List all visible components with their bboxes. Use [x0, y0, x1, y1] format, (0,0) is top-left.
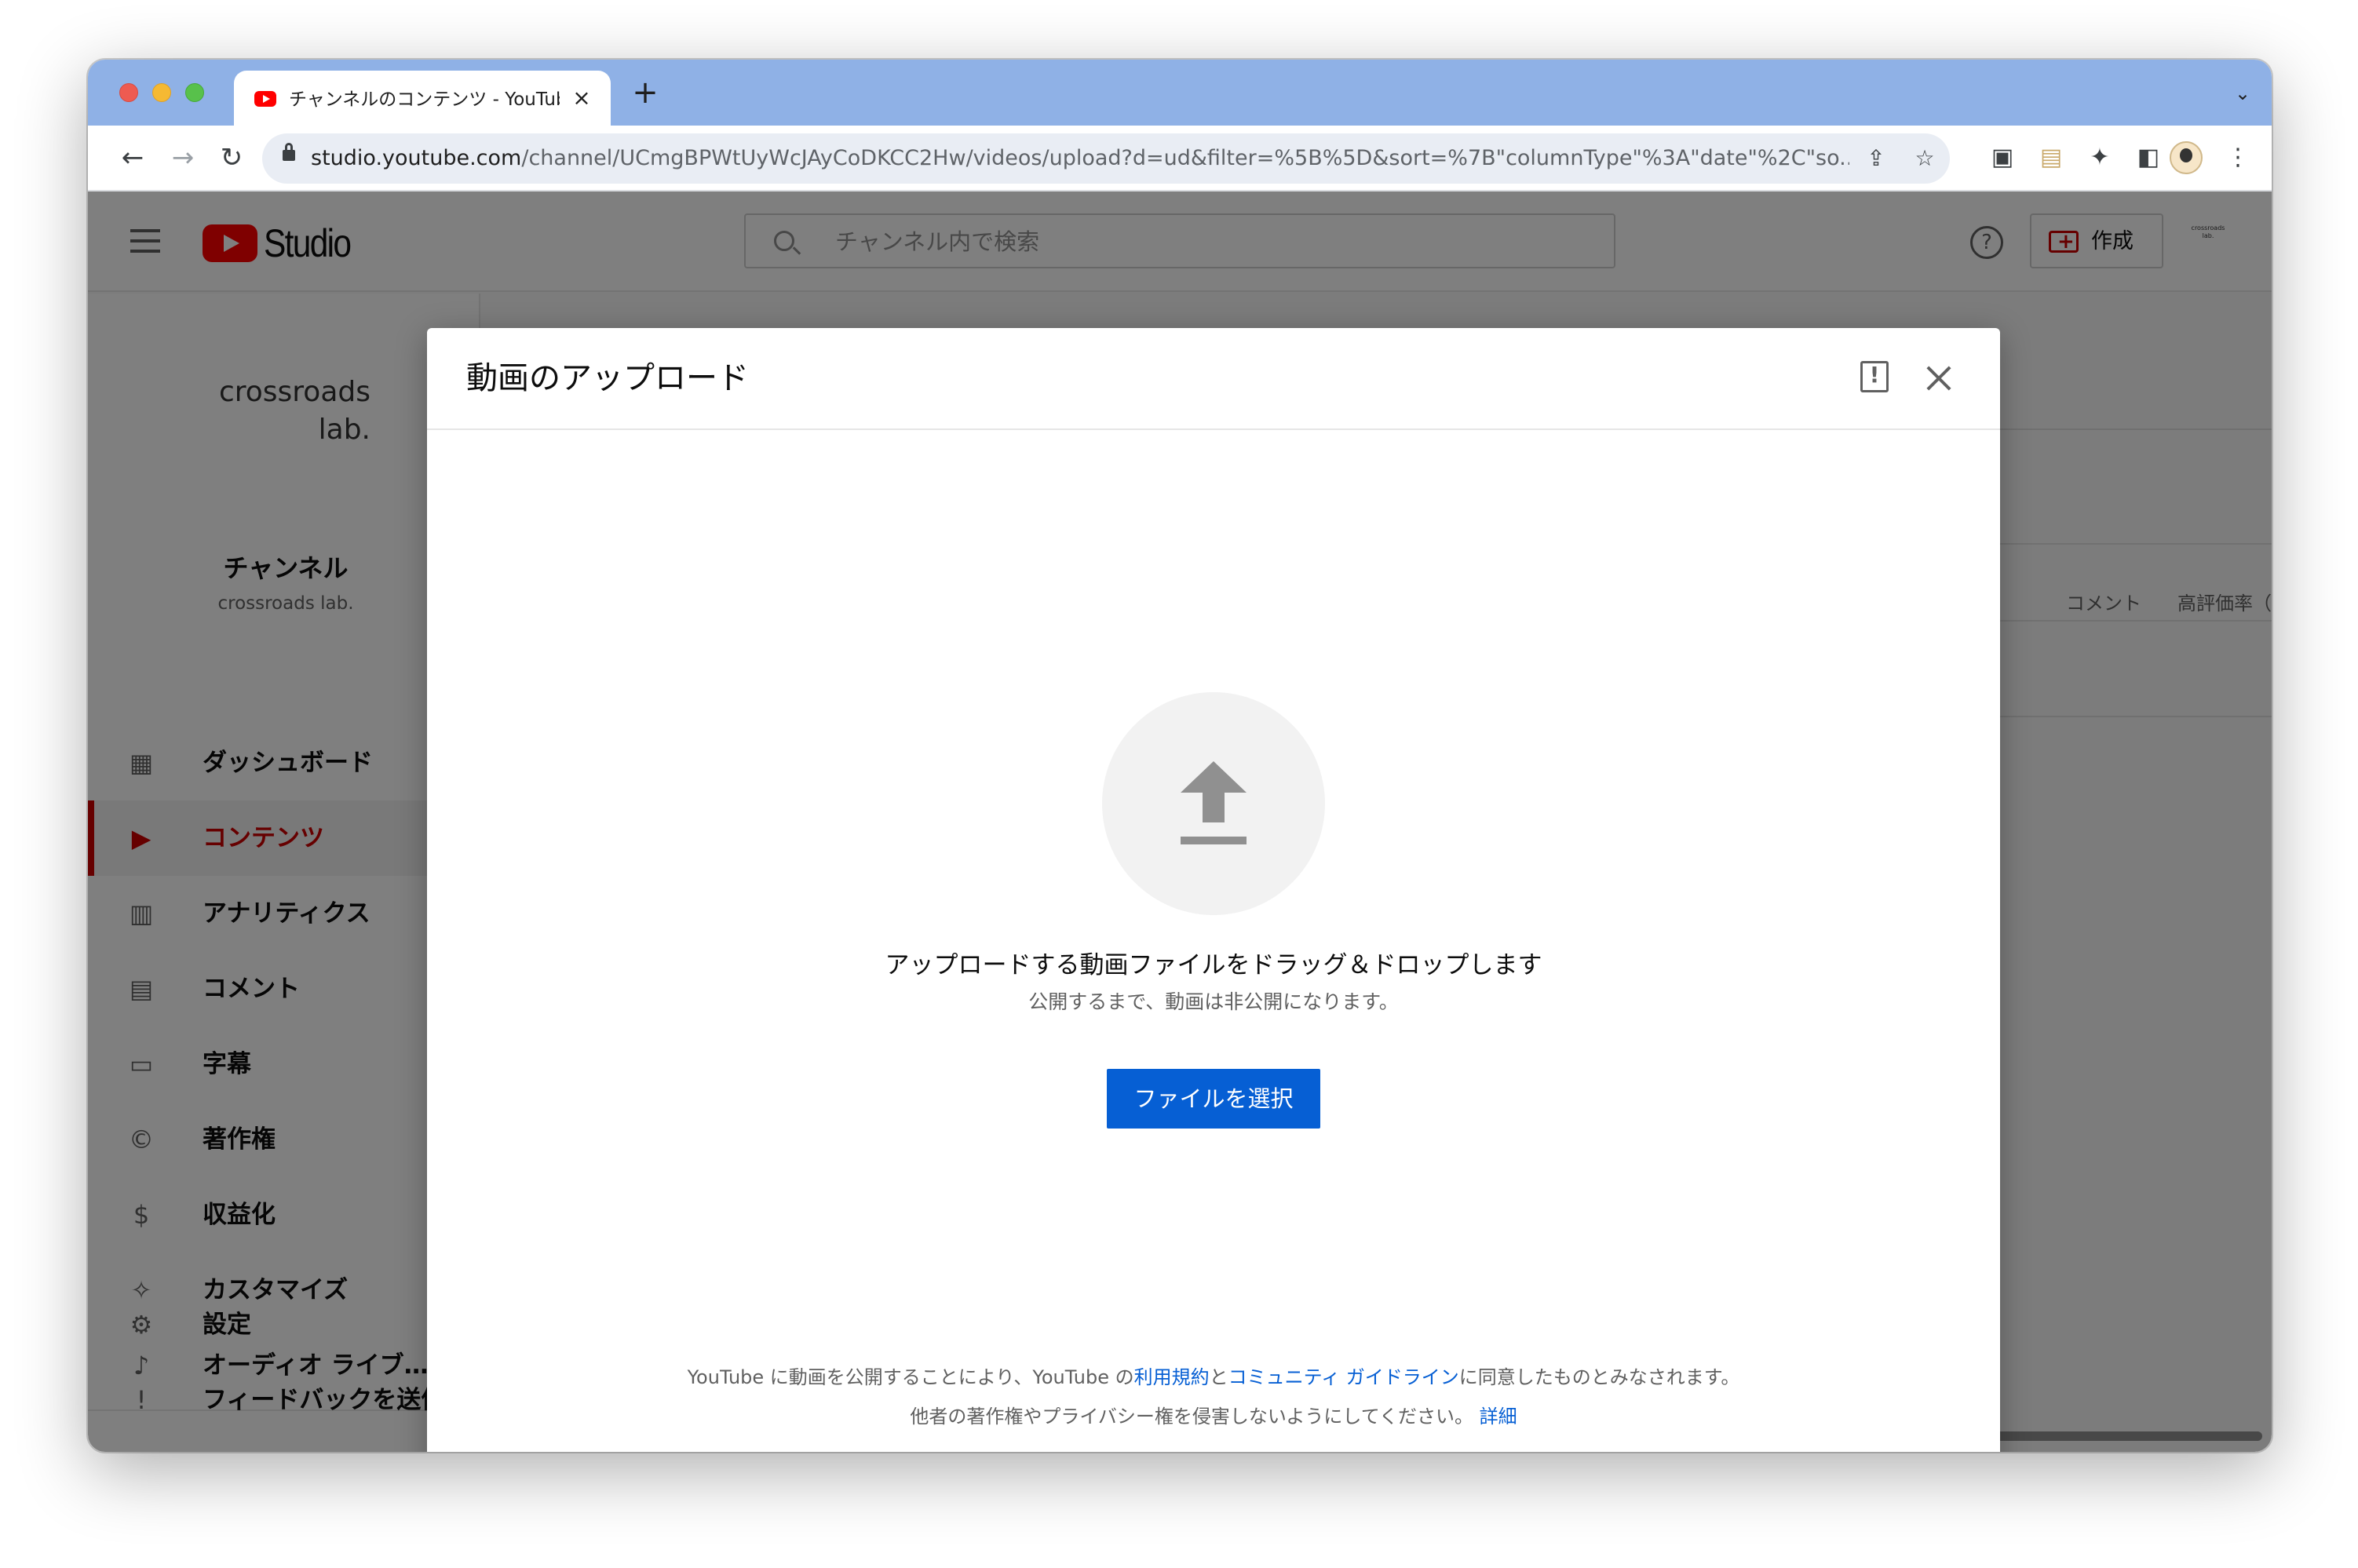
upload-drop-zone[interactable]: [1102, 692, 1325, 915]
dialog-title: 動画のアップロード: [466, 360, 749, 396]
address-bar[interactable]: studio.youtube.com/channel/UCmgBPWtUyWcJ…: [262, 133, 1950, 184]
close-window-button[interactable]: [119, 83, 138, 102]
new-tab-button[interactable]: +: [630, 77, 661, 108]
studio-page: Studio チャンネル内で検索 ? 作成 crossroads lab. cr…: [88, 191, 2272, 1452]
side-panel-icon[interactable]: ◧: [2130, 140, 2166, 176]
send-feedback-icon[interactable]: !: [1860, 361, 1889, 392]
details-link[interactable]: 詳細: [1480, 1406, 1517, 1428]
kebab-menu-icon[interactable]: ⋮: [2220, 140, 2256, 176]
url-text[interactable]: studio.youtube.com/channel/UCmgBPWtUyWcJ…: [311, 144, 1849, 173]
reload-icon[interactable]: ↻: [214, 140, 250, 176]
upload-arrow-icon: [1181, 761, 1247, 793]
tab-search-chevron-icon[interactable]: ⌄: [2231, 82, 2254, 105]
profile-avatar[interactable]: [2170, 141, 2203, 174]
tab-strip: チャンネルのコンテンツ - YouTube Studio × + ⌄: [88, 60, 2272, 126]
terms-of-service-link[interactable]: 利用規約: [1134, 1366, 1210, 1388]
tab-title: チャンネルのコンテンツ - YouTube Studio: [289, 89, 560, 110]
browser-tab[interactable]: チャンネルのコンテンツ - YouTube Studio ×: [234, 71, 611, 126]
community-guidelines-link[interactable]: コミュニティ ガイドライン: [1228, 1366, 1459, 1388]
drop-instruction: アップロードする動画ファイルをドラッグ＆ドロップします: [885, 951, 1542, 979]
share-icon[interactable]: ⇪: [1862, 144, 1890, 173]
browser-window: チャンネルのコンテンツ - YouTube Studio × + ⌄ ← → ↻…: [88, 60, 2272, 1452]
youtube-favicon-icon: [254, 91, 276, 107]
tab-close-icon[interactable]: ×: [570, 86, 593, 110]
upload-arrow-shaft: [1203, 791, 1225, 822]
clipboard-extension-icon[interactable]: ▤: [2033, 140, 2069, 176]
forward-arrow-icon[interactable]: →: [165, 140, 201, 176]
legal-notice: YouTube に動画を公開することにより、YouTube の利用規約とコミュニ…: [687, 1366, 1740, 1388]
maximize-window-button[interactable]: [185, 83, 204, 102]
bookmark-star-icon[interactable]: ☆: [1911, 144, 1939, 173]
lock-icon: [283, 143, 295, 161]
chat-extension-icon[interactable]: ▣: [1984, 140, 2020, 176]
browser-toolbar: ← → ↻ studio.youtube.com/channel/UCmgBPW…: [88, 126, 2272, 191]
select-files-button[interactable]: ファイルを選択: [1107, 1069, 1320, 1129]
extensions-puzzle-icon[interactable]: ✦: [2082, 140, 2118, 176]
dialog-header: 動画のアップロード !: [427, 328, 2000, 430]
upload-dialog: 動画のアップロード ! アップロードする動画ファイルをドラッグ＆ドロップします …: [427, 328, 2000, 1452]
back-arrow-icon[interactable]: ←: [115, 140, 151, 176]
legal-notice-2: 他者の著作権やプライバシー権を侵害しないようにしてください。 詳細: [910, 1406, 1517, 1428]
drop-subtext: 公開するまで、動画は非公開になります。: [1028, 990, 1399, 1013]
minimize-window-button[interactable]: [152, 83, 171, 102]
upload-arrow-base: [1181, 837, 1247, 844]
close-icon[interactable]: [1923, 363, 1955, 394]
